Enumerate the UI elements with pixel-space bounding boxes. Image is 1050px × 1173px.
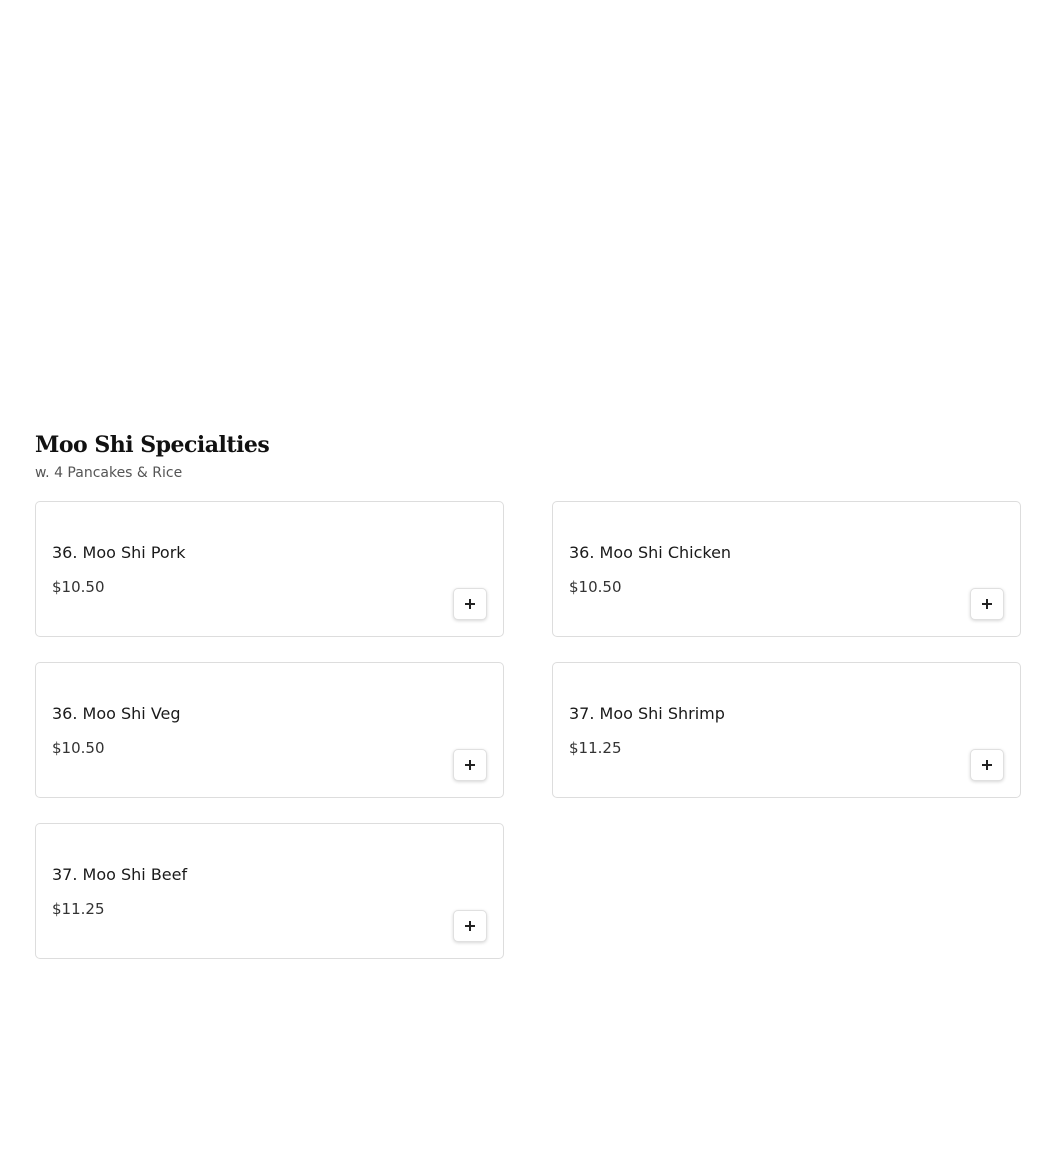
section-subtitle: w. 4 Pancakes & Rice xyxy=(35,465,183,481)
plus-icon xyxy=(982,599,992,609)
plus-icon xyxy=(982,760,992,770)
plus-icon xyxy=(465,599,475,609)
menu-section: Moo Shi Specialties w. 4 Pancakes & Rice… xyxy=(35,430,1021,959)
section-title: Moo Shi Specialties xyxy=(35,432,270,458)
item-name: 36. Moo Shi Chicken xyxy=(569,543,732,562)
item-name: 37. Moo Shi Beef xyxy=(52,865,188,884)
menu-items-grid: 36. Moo Shi Pork $10.50 36. Moo Shi Chic… xyxy=(35,501,1021,959)
item-price: $11.25 xyxy=(52,900,105,918)
item-name: 36. Moo Shi Veg xyxy=(52,704,181,723)
item-name: 37. Moo Shi Shrimp xyxy=(569,704,725,723)
item-price: $10.50 xyxy=(52,739,105,757)
add-item-button[interactable] xyxy=(970,749,1004,781)
add-item-button[interactable] xyxy=(970,588,1004,620)
item-name: 36. Moo Shi Pork xyxy=(52,543,186,562)
add-item-button[interactable] xyxy=(453,588,487,620)
menu-item-card[interactable]: 37. Moo Shi Beef $11.25 xyxy=(35,823,504,959)
menu-item-card[interactable]: 36. Moo Shi Chicken $10.50 xyxy=(552,501,1021,637)
plus-icon xyxy=(465,760,475,770)
menu-item-card[interactable]: 37. Moo Shi Shrimp $11.25 xyxy=(552,662,1021,798)
add-item-button[interactable] xyxy=(453,749,487,781)
menu-item-card[interactable]: 36. Moo Shi Veg $10.50 xyxy=(35,662,504,798)
item-price: $10.50 xyxy=(52,578,105,596)
item-price: $10.50 xyxy=(569,578,622,596)
item-price: $11.25 xyxy=(569,739,622,757)
add-item-button[interactable] xyxy=(453,910,487,942)
plus-icon xyxy=(465,921,475,931)
menu-item-card[interactable]: 36. Moo Shi Pork $10.50 xyxy=(35,501,504,637)
